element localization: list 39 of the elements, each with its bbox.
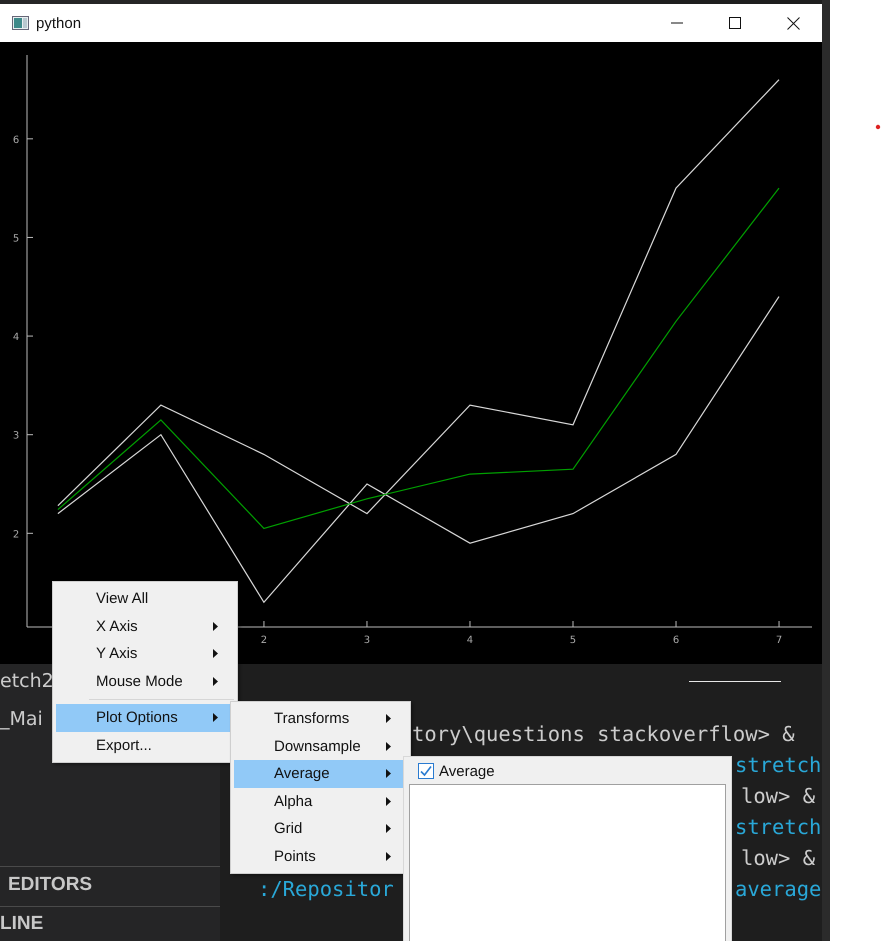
- file-name[interactable]: _Mai: [0, 708, 43, 730]
- maximize-icon: [729, 17, 741, 29]
- x-tick-label: 7: [776, 635, 782, 646]
- x-tick-label: 6: [672, 635, 680, 646]
- menu-item[interactable]: Transforms: [234, 705, 407, 732]
- y-tick-label: 2: [12, 529, 20, 540]
- x-tick-label: 5: [570, 635, 576, 646]
- app-icon: [12, 16, 29, 30]
- file-name[interactable]: etch2: [0, 670, 54, 692]
- terminal-text: stretch: [735, 753, 822, 777]
- y-tick-label: 4: [12, 332, 20, 344]
- section-header[interactable]: LINE: [0, 913, 44, 935]
- x-tick-label: 2: [260, 635, 268, 646]
- menu-item[interactable]: Alpha: [234, 788, 407, 815]
- x-tick-label: 4: [466, 635, 474, 646]
- menu-item[interactable]: X Axis: [56, 612, 234, 640]
- terminal-text: low> &: [741, 784, 816, 808]
- menu-item[interactable]: Downsample: [234, 732, 407, 760]
- x-tick-label: 3: [364, 635, 370, 646]
- menu-item[interactable]: Y Axis: [56, 640, 234, 668]
- menu-item[interactable]: View All: [56, 585, 234, 612]
- section-header[interactable]: EDITORS: [8, 874, 92, 896]
- terminal-text: :/Repositor: [258, 877, 394, 901]
- y-tick-label: 5: [12, 233, 20, 244]
- y-tick-label: 6: [12, 134, 20, 146]
- menu-item[interactable]: Mouse Mode: [56, 668, 234, 695]
- terminal-text: average: [735, 877, 822, 901]
- terminal-text: stretch: [735, 815, 822, 839]
- menu-item[interactable]: Export...: [56, 732, 234, 759]
- dot-icon: [875, 124, 881, 130]
- close-icon: [786, 16, 800, 30]
- terminal-text: low> &: [741, 846, 816, 870]
- window-title: python: [36, 14, 82, 32]
- y-tick-label: 3: [12, 430, 20, 442]
- terminal-text: tory\questions stackoverflow> &: [412, 722, 795, 746]
- menu-item[interactable]: Points: [234, 842, 407, 870]
- checkbox-label: Average: [439, 762, 495, 780]
- checkbox[interactable]: [418, 763, 434, 779]
- menu-item[interactable]: Grid: [234, 815, 407, 842]
